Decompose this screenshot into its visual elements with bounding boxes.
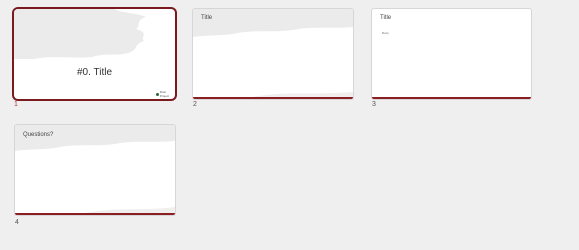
slide-thumbnail-4[interactable]: Questions? [15,125,175,215]
header-band-decoration [193,9,353,97]
accent-bar [372,97,531,99]
slide-number-3: 3 [372,101,376,108]
slide-title: Questions? [23,132,54,138]
accent-bar [193,97,353,99]
slide-number-4: 4 [15,219,19,226]
slide-sorter-grid: #0. Title Rust Project 1 Title 2 Title B… [0,0,579,250]
slide-title: #0. Title [76,67,113,78]
slide-thumbnail-2[interactable]: Title [193,9,353,99]
accent-bar [15,213,175,215]
logo-text: Rust Project [159,90,170,98]
slide-number-2: 2 [193,101,197,108]
page-number-marker: · [523,93,524,96]
logo-mark-icon [156,92,159,96]
slide-thumbnail-3[interactable]: Title Body · [372,9,531,99]
brush-stroke-decoration [14,9,146,59]
header-band-decoration [15,125,175,213]
slide-number-1: 1 [14,101,18,108]
slide-title: Title [201,15,213,21]
slide-body-text: Body [382,31,389,35]
slide-title: Title [380,15,392,21]
company-logo: Rust Project [156,90,175,98]
slide-thumbnail-1[interactable]: #0. Title Rust Project [14,9,175,99]
